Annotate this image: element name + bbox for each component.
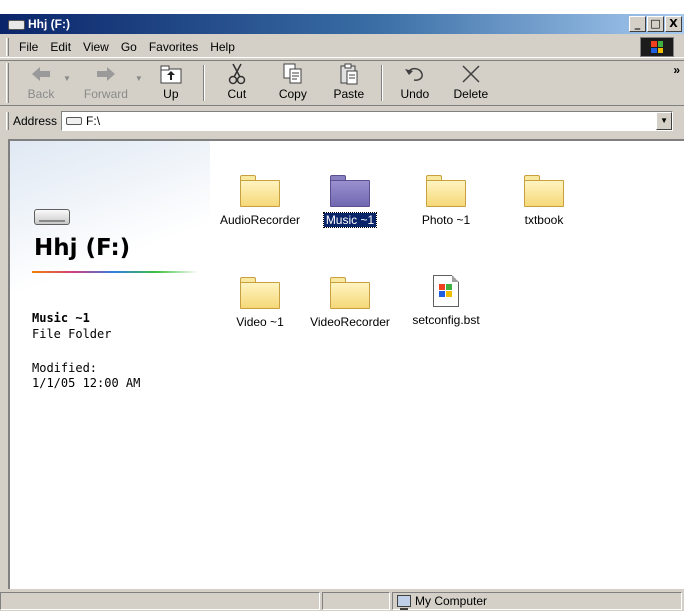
toolbar-separator xyxy=(380,65,383,101)
item-label: txtbook xyxy=(524,213,564,227)
folder-icon xyxy=(426,175,466,207)
windows-logo-icon xyxy=(640,37,674,57)
folder-icon xyxy=(330,277,370,309)
toolbar-separator xyxy=(202,65,205,101)
copy-label: Copy xyxy=(278,87,307,101)
folder-item[interactable]: Video ~1 xyxy=(210,277,310,329)
paste-label: Paste xyxy=(333,87,365,101)
delete-button[interactable]: Delete xyxy=(443,61,499,105)
menu-edit[interactable]: Edit xyxy=(44,40,77,54)
toolbar-grip[interactable] xyxy=(6,63,9,103)
folder-item[interactable]: VideoRecorder xyxy=(300,277,400,329)
status-panel-location: My Computer xyxy=(392,592,682,610)
selected-item-name: Music ~1 xyxy=(32,311,90,325)
folder-item[interactable]: Photo ~1 xyxy=(396,175,496,227)
status-panel-main xyxy=(0,592,320,610)
paste-button[interactable]: Paste xyxy=(321,61,377,105)
scissors-icon xyxy=(225,63,249,85)
selected-item-type: File Folder xyxy=(32,327,112,341)
folder-item[interactable]: AudioRecorder xyxy=(210,175,310,227)
cut-button[interactable]: Cut xyxy=(209,61,265,105)
file-icon xyxy=(433,275,459,307)
folder-item[interactable]: txtbook xyxy=(494,175,594,227)
delete-label: Delete xyxy=(453,87,489,101)
back-dropdown-icon[interactable]: ▼ xyxy=(63,74,71,83)
menu-file[interactable]: File xyxy=(13,40,44,54)
menu-grip[interactable] xyxy=(6,37,9,56)
address-bar: Address F:\ ▼ xyxy=(0,110,684,132)
copy-button[interactable]: Copy xyxy=(265,61,321,105)
menu-help[interactable]: Help xyxy=(204,40,241,54)
cut-label: Cut xyxy=(227,87,247,101)
folder-icon xyxy=(330,175,370,207)
paste-icon xyxy=(337,63,361,85)
status-location: My Computer xyxy=(415,594,488,608)
item-label: Music ~1 xyxy=(322,212,378,228)
item-label: Photo ~1 xyxy=(421,213,471,227)
undo-button[interactable]: Undo xyxy=(387,61,443,105)
status-bar: My Computer xyxy=(0,592,684,611)
close-button[interactable]: X xyxy=(665,16,682,32)
menu-favorites[interactable]: Favorites xyxy=(143,40,204,54)
folder-icon xyxy=(524,175,564,207)
address-label: Address xyxy=(13,114,58,128)
forward-label: Forward xyxy=(83,87,128,101)
forward-button[interactable]: Forward xyxy=(71,61,141,105)
standard-toolbar: Back ▼ Forward ▼ Up Cut Copy Paste Undo … xyxy=(0,60,684,106)
folder-item[interactable]: Music ~1 xyxy=(300,175,400,228)
back-label: Back xyxy=(27,87,55,101)
modified-date: 1/1/05 12:00 AM xyxy=(32,376,141,390)
delete-x-icon xyxy=(459,63,483,85)
menu-bar: File Edit View Go Favorites Help xyxy=(0,36,684,58)
drive-icon xyxy=(66,117,83,125)
up-label: Up xyxy=(163,87,179,101)
minimize-button[interactable]: _ xyxy=(629,16,646,32)
address-field[interactable]: F:\ ▼ xyxy=(61,111,674,131)
info-pane: Hhj (F:) Music ~1 File Folder Modified: … xyxy=(10,141,210,589)
back-button[interactable]: Back xyxy=(13,61,69,105)
forward-dropdown-icon[interactable]: ▼ xyxy=(135,74,143,83)
folder-view[interactable]: Hhj (F:) Music ~1 File Folder Modified: … xyxy=(8,139,684,589)
up-folder-icon xyxy=(159,63,183,85)
windows-flag-icon xyxy=(439,284,452,297)
undo-label: Undo xyxy=(400,87,430,101)
menu-go[interactable]: Go xyxy=(115,40,143,54)
back-arrow-icon xyxy=(29,63,53,85)
status-panel-size xyxy=(322,592,390,610)
address-grip[interactable] xyxy=(6,112,9,130)
item-label: setconfig.bst xyxy=(412,313,480,327)
item-label: VideoRecorder xyxy=(310,315,390,329)
undo-icon xyxy=(403,63,427,85)
drive-icon xyxy=(34,209,70,225)
address-value: F:\ xyxy=(86,114,101,128)
window-title: Hhj (F:) xyxy=(28,17,70,31)
modified-label: Modified: xyxy=(32,361,98,375)
maximize-button[interactable]: □ xyxy=(647,16,664,32)
address-dropdown-icon[interactable]: ▼ xyxy=(656,112,673,130)
folder-icon xyxy=(240,277,280,309)
title-bar[interactable]: Hhj (F:) _ □ X xyxy=(0,14,684,34)
computer-icon xyxy=(397,595,411,610)
drive-icon xyxy=(8,19,25,30)
file-item[interactable]: setconfig.bst xyxy=(396,275,496,327)
folder-icon xyxy=(240,175,280,207)
title-divider xyxy=(32,271,198,273)
copy-icon xyxy=(281,63,305,85)
item-label: AudioRecorder xyxy=(219,213,301,227)
toolbar-overflow-chevron-icon[interactable]: » xyxy=(673,63,680,77)
forward-arrow-icon xyxy=(94,63,118,85)
caption-buttons: _ □ X xyxy=(628,16,682,32)
explorer-window: Hhj (F:) _ □ X File Edit View Go Favorit… xyxy=(0,14,684,611)
menu-view[interactable]: View xyxy=(77,40,115,54)
item-label: Video ~1 xyxy=(236,315,284,329)
up-button[interactable]: Up xyxy=(143,61,199,105)
drive-title: Hhj (F:) xyxy=(34,235,131,261)
